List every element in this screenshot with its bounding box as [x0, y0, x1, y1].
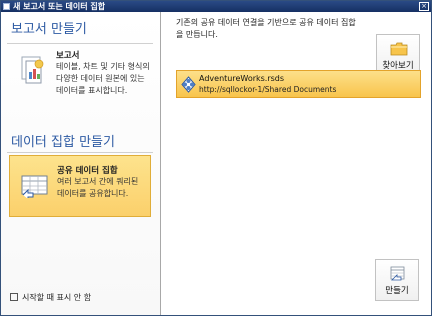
create-button-label: 만들기 — [385, 286, 409, 296]
shared-data-source-icon — [181, 76, 196, 93]
create-dataset-icon — [390, 266, 405, 281]
sidebar: 보고서 만들기 보고서 테이블, 차트 및 기타 형식의 다양한 데이터 원본에… — [1, 12, 161, 315]
main-panel: 기존의 공유 데이터 연결을 기반으로 공유 데이터 집합을 만듭니다. 찾아보… — [162, 12, 431, 315]
title-bar: 새 보고서 또는 데이터 집합 × — [1, 1, 431, 12]
sidebar-divider-top — [7, 43, 153, 44]
create-dataset-heading: 데이터 집합 만들기 — [11, 135, 115, 150]
instruction-text: 기존의 공유 데이터 연결을 기반으로 공유 데이터 집합을 만듭니다. — [176, 18, 356, 39]
window-icon — [3, 3, 10, 10]
report-option-title: 보고서 — [56, 51, 80, 61]
sidebar-divider-middle — [7, 152, 153, 153]
data-source-item[interactable]: AdventureWorks.rsds http://sqllockor-1/S… — [176, 70, 421, 98]
shared-dataset-description: 여러 보고서 간에 쿼리된 데이터를 공유합니다. — [57, 177, 139, 198]
create-report-heading: 보고서 만들기 — [11, 22, 87, 37]
create-button[interactable]: 만들기 — [375, 259, 419, 301]
startup-checkbox-label: 시작할 때 표시 안 함 — [22, 293, 92, 302]
close-button[interactable]: × — [419, 2, 429, 11]
report-option-description: 테이블, 차트 및 기타 형식의 다양한 데이터 원본에 있는 데이터를 표시합… — [56, 62, 150, 95]
startup-checkbox[interactable] — [10, 293, 18, 301]
shared-dataset-title: 공유 데이터 집합 — [57, 166, 118, 176]
report-option[interactable]: 보고서 테이블, 차트 및 기타 형식의 다양한 데이터 원본에 있는 데이터를… — [9, 49, 151, 101]
data-source-name: AdventureWorks.rsds — [199, 74, 285, 83]
shared-dataset-icon — [21, 175, 48, 198]
report-icon — [21, 56, 44, 84]
folder-icon — [390, 42, 408, 56]
new-report-or-dataset-dialog: 새 보고서 또는 데이터 집합 × 보고서 만들기 보고서 테이블, 차트 및 … — [0, 0, 432, 316]
data-source-path: http://sqllockor-1/Shared Documents — [199, 85, 337, 94]
shared-dataset-option[interactable]: 공유 데이터 집합 여러 보고서 간에 쿼리된 데이터를 공유합니다. — [9, 155, 151, 217]
startup-option[interactable]: 시작할 때 표시 안 함 — [10, 292, 91, 303]
window-title: 새 보고서 또는 데이터 집합 — [13, 2, 106, 11]
